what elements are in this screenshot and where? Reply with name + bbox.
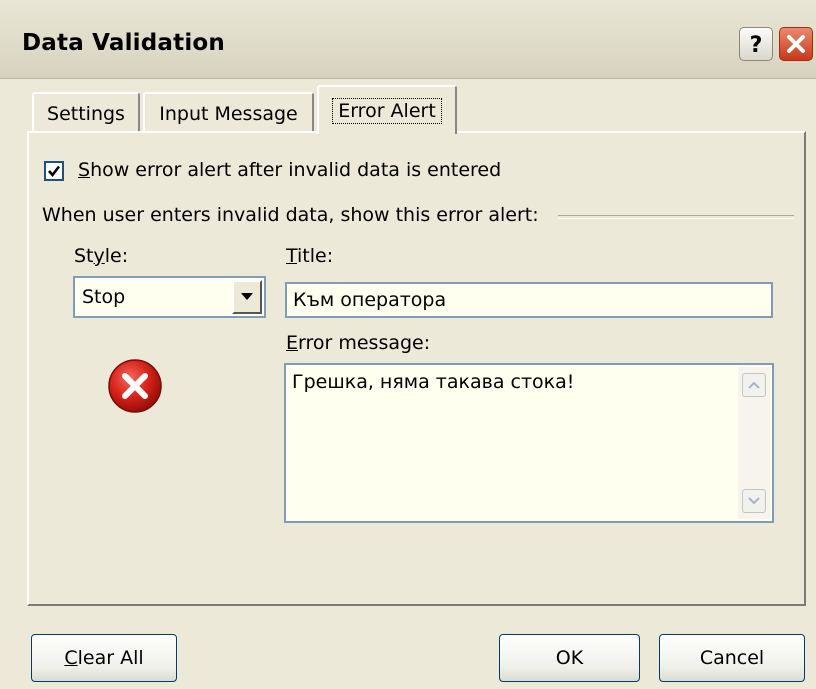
mnemonic-c: C [64,647,78,669]
clear-all-label: lear All [77,647,144,669]
stop-error-icon [108,359,162,413]
error-alert-group-label: When user enters invalid data, show this… [42,204,539,226]
style-label-pre: St [74,245,94,267]
style-select[interactable]: Stop [73,276,266,318]
mnemonic-t: T [286,245,298,267]
show-error-alert-label[interactable]: Show error alert after invalid data is e… [78,159,501,181]
chevron-down-icon [241,293,253,300]
error-message-textarea[interactable]: Грешка, няма такава стока! [286,365,736,521]
cancel-button[interactable]: Cancel [659,634,805,682]
mnemonic-s: S [78,159,91,181]
scroll-up-button[interactable] [742,373,766,397]
clear-all-button[interactable]: Clear All [31,634,177,682]
style-label-post: le: [104,245,129,267]
tab-input-message[interactable]: Input Message [143,92,314,133]
error-message-label: Error message: [286,332,430,354]
title-label-text: itle: [297,245,334,267]
error-message-label-text: rror message: [298,332,431,354]
title-label: Title: [286,245,333,267]
scroll-down-button[interactable] [742,489,766,513]
mnemonic-e: E [286,332,299,354]
tab-error-alert-label: Error Alert [332,97,442,124]
style-select-value: Stop [82,286,126,308]
group-divider [558,215,794,219]
tab-strip: Settings Input Message Error Alert [0,0,816,135]
error-message-box: Грешка, няма такава стока! [284,363,774,523]
show-error-alert-checkbox[interactable] [44,161,64,181]
chevron-up-icon [748,381,760,389]
title-input[interactable] [285,282,773,318]
mnemonic-y: y [93,245,105,267]
checkmark-icon [48,165,61,178]
style-label: Style: [74,245,128,267]
ok-button[interactable]: OK [499,634,640,682]
tab-error-alert[interactable]: Error Alert [317,85,457,134]
chevron-down-icon [748,497,760,505]
tab-settings[interactable]: Settings [32,92,140,133]
show-error-alert-text: how error alert after invalid data is en… [90,159,502,181]
vertical-scrollbar[interactable] [738,367,770,519]
style-dropdown-button[interactable] [232,280,262,314]
